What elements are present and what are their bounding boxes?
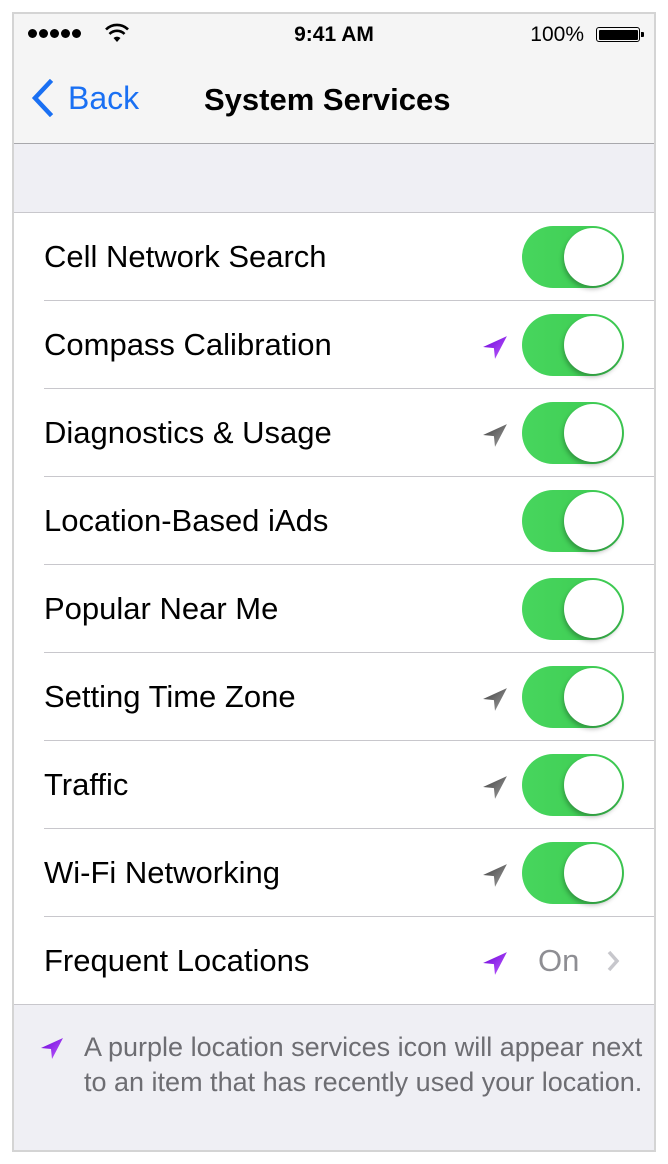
page-title: System Services xyxy=(204,82,451,117)
service-toggle[interactable] xyxy=(522,578,624,640)
navigation-header: 9:41 AM 100% Back System Services xyxy=(14,14,654,144)
back-button[interactable]: Back xyxy=(30,78,139,118)
service-toggle[interactable] xyxy=(522,490,624,552)
service-toggle[interactable] xyxy=(522,226,624,288)
section-footer: A purple location services icon will app… xyxy=(14,1006,654,1150)
service-row: Setting Time Zone xyxy=(14,653,654,741)
service-label: Traffic xyxy=(44,767,129,802)
service-row[interactable]: Frequent Locations On xyxy=(14,917,654,1005)
footer-explanation: A purple location services icon will app… xyxy=(84,1032,643,1097)
toggle-knob xyxy=(564,492,622,550)
service-label: Popular Near Me xyxy=(44,591,279,626)
service-row: Cell Network Search xyxy=(14,213,654,301)
service-label: Diagnostics & Usage xyxy=(44,415,332,450)
chevron-left-icon xyxy=(31,79,54,117)
detail-value: On xyxy=(538,943,580,978)
service-row: Location-Based iAds xyxy=(14,477,654,565)
service-toggle[interactable] xyxy=(522,402,624,464)
location-arrow-gray-icon xyxy=(483,688,507,711)
toggle-knob xyxy=(564,580,622,638)
nav-bar: Back System Services xyxy=(14,54,654,143)
location-arrow-purple-icon xyxy=(483,952,507,975)
service-label: Wi-Fi Networking xyxy=(44,855,280,890)
toggle-knob xyxy=(564,404,622,462)
chevron-right-icon xyxy=(607,950,620,972)
battery-icon xyxy=(596,27,644,42)
service-toggle[interactable] xyxy=(522,754,624,816)
service-row: Wi-Fi Networking xyxy=(14,829,654,917)
toggle-knob xyxy=(564,668,622,726)
service-row: Compass Calibration xyxy=(14,301,654,389)
toggle-knob xyxy=(564,756,622,814)
service-label: Frequent Locations xyxy=(44,943,310,978)
location-arrow-gray-icon xyxy=(483,776,507,799)
service-label: Cell Network Search xyxy=(44,239,327,274)
service-label: Compass Calibration xyxy=(44,327,332,362)
phone-screen: 9:41 AM 100% Back System Services Cell N… xyxy=(12,12,656,1152)
back-label: Back xyxy=(68,79,140,116)
location-arrow-purple-icon xyxy=(41,1038,63,1059)
toggle-knob xyxy=(564,844,622,902)
location-arrow-gray-icon xyxy=(483,424,507,447)
service-toggle[interactable] xyxy=(522,666,624,728)
battery-percentage: 100% xyxy=(530,23,584,46)
system-services-list: Cell Network Search Compass Calibration D… xyxy=(14,213,654,1005)
service-label: Location-Based iAds xyxy=(44,503,329,538)
location-arrow-gray-icon xyxy=(483,864,507,887)
service-label: Setting Time Zone xyxy=(44,679,296,714)
service-toggle[interactable] xyxy=(522,842,624,904)
service-row: Diagnostics & Usage xyxy=(14,389,654,477)
service-toggle[interactable] xyxy=(522,314,624,376)
toggle-knob xyxy=(564,316,622,374)
service-row: Traffic xyxy=(14,741,654,829)
status-bar: 9:41 AM 100% xyxy=(14,14,654,54)
service-row: Popular Near Me xyxy=(14,565,654,653)
toggle-knob xyxy=(564,228,622,286)
location-arrow-purple-icon xyxy=(483,336,507,359)
section-header-spacer xyxy=(14,144,654,213)
